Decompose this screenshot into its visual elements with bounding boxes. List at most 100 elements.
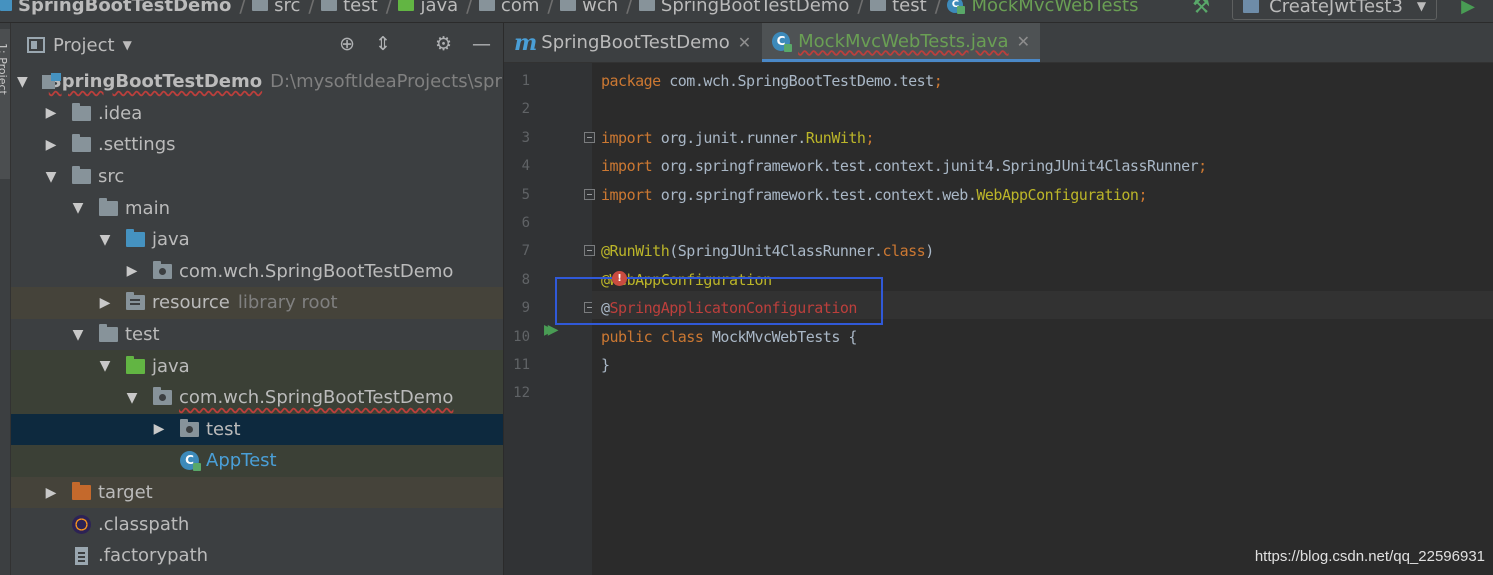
chevron-right-icon[interactable]: ▶ [44,485,58,501]
breadcrumb-label: test [343,0,378,16]
class-icon: C [180,451,201,472]
code-token: WebAppConfiguration [976,185,1139,204]
chevron-right-icon[interactable]: ▶ [125,263,139,279]
tree-node-main[interactable]: ▼ main [11,192,503,224]
tree-node-label: .idea [98,102,143,124]
chevron-down-icon[interactable]: ▼ [71,200,85,216]
tree-node-label: resource [152,292,230,314]
resource-folder-icon [126,292,145,311]
locate-crosshair-icon[interactable]: ⊕ [339,33,355,55]
chevron-right-icon[interactable]: ▶ [44,137,58,153]
chevron-right-icon: / [547,0,555,17]
collapse-all-icon[interactable]: ⇕ [375,33,391,55]
highlight-box [555,277,883,325]
package-icon [180,418,199,437]
breadcrumb-label: SpringBootTestDemo [660,0,850,16]
breadcrumb-label: com [500,0,540,16]
breadcrumb-item-test[interactable]: test / [321,0,398,17]
line-number: 5 [521,186,530,203]
folder-icon [72,102,91,121]
tree-node-test[interactable]: ▼ test [11,319,503,351]
tree-node-label: SpringBootTestDemo [48,71,263,93]
breadcrumb-item-com[interactable]: com / [478,0,560,17]
breadcrumb-label: java [420,0,459,16]
build-hammer-icon[interactable]: ⚒ [1192,0,1210,18]
tree-node-main-package[interactable]: ▶ com.wch.SpringBootTestDemo [11,256,503,288]
project-panel: Project ▼ ⊕ ⇕ ⚙ — ▼ SpringBootTestDemo D… [11,23,503,575]
chevron-right-icon[interactable]: ▶ [98,295,112,311]
code-token: ) [925,242,934,261]
tab-label: SpringBootTestDemo [541,32,730,53]
gear-icon[interactable]: ⚙ [435,33,452,55]
breadcrumb-item-java[interactable]: java / [398,0,478,17]
chevron-down-icon[interactable]: ▼ [71,327,85,343]
code-line: import org.junit.runner.RunWith; [601,124,874,152]
code-token: RunWith [805,128,866,147]
fold-icon[interactable] [584,188,595,200]
tree-node-test-subpackage[interactable]: ▶ test [11,413,503,446]
line-number: 4 [521,158,530,175]
chevron-right-icon[interactable]: ▶ [152,421,166,437]
chevron-down-icon[interactable]: ▼ [123,38,132,52]
close-icon[interactable]: ✕ [738,33,751,52]
chevron-down-icon[interactable]: ▼ [17,74,28,90]
code-token: ; [1138,185,1147,204]
package-icon [638,0,655,11]
breadcrumb-item-project[interactable]: SpringBootTestDemo / [0,0,252,17]
run-configuration-label: CreateJwtTest3 [1269,0,1403,17]
tree-node-settings[interactable]: ▶ .settings [11,129,503,161]
tab-springboottestdemo[interactable]: m SpringBootTestDemo ✕ [504,23,760,62]
tree-node-src[interactable]: ▼ src [11,161,503,193]
chevron-right-icon[interactable]: ▶ [44,105,58,121]
excluded-folder-icon [72,482,91,501]
package-icon [478,0,495,11]
package-icon [153,387,172,406]
breadcrumb-label: wch [582,0,619,16]
chevron-down-icon[interactable]: ▼ [44,169,58,185]
run-configuration-select[interactable]: CreateJwtTest3 ▼ [1232,0,1438,20]
tree-node-idea[interactable]: ▶ .idea [11,98,503,130]
tree-node-project-root[interactable]: ▼ SpringBootTestDemo D:\mysoftIdeaProjec… [11,66,503,98]
tree-node-target[interactable]: ▶ target [11,476,503,509]
line-number: 11 [513,357,530,373]
tree-node-resource[interactable]: ▶ resource library root [11,287,503,319]
breadcrumb-item-src[interactable]: src / [252,0,321,17]
tree-node-classpath[interactable]: .classpath [11,508,503,540]
hide-minimize-icon[interactable]: — [472,33,491,55]
chevron-down-icon[interactable]: ▼ [125,390,139,406]
folder-icon [99,197,118,216]
fold-icon[interactable] [584,131,595,143]
chevron-down-icon: ▼ [1416,0,1427,13]
breadcrumb-label: MockMvcWebTests [971,0,1139,16]
code-token: ; [865,128,874,147]
tree-node-test-package[interactable]: ▼ com.wch.SpringBootTestDemo [11,381,503,414]
tree-node-test-java[interactable]: ▼ java [11,350,503,382]
fold-icon[interactable] [584,245,595,257]
code-line: import org.springframework.test.context.… [601,152,1207,180]
line-number: 9 [521,300,530,317]
breadcrumb-item-test-package[interactable]: test / [870,0,947,17]
code-line: @RunWith(SpringJUnit4ClassRunner.class) [601,237,934,265]
tree-node-label: test [125,324,160,346]
chevron-down-icon[interactable]: ▼ [98,358,112,374]
tab-mockmvcwebtests[interactable]: C MockMvcWebTests.java ✕ [762,23,1040,62]
chevron-down-icon[interactable]: ▼ [98,232,112,248]
code-token: ; [933,72,943,90]
project-view-title[interactable]: Project [53,35,115,56]
package-icon [560,0,577,11]
tree-node-label: .factorypath [98,545,209,567]
code-line: import org.springframework.test.context.… [601,181,1147,209]
close-icon[interactable]: ✕ [1017,32,1030,51]
code-token: package [601,72,670,90]
folder-icon [72,166,91,185]
breadcrumb-item-wch[interactable]: wch / [560,0,639,17]
tree-node-factorypath[interactable]: .factorypath [11,540,503,572]
error-bulb-icon[interactable]: ! [612,271,627,286]
breadcrumb-item-class[interactable]: C MockMvcWebTests [947,0,1138,16]
tree-node-main-java[interactable]: ▼ java [11,224,503,256]
tree-node-apptest[interactable]: C AppTest [11,445,503,477]
library-root-hint: library root [237,292,338,314]
run-play-icon[interactable]: ▶ [1461,0,1475,17]
breadcrumb-item-package[interactable]: SpringBootTestDemo / [638,0,870,17]
run-test-gutter-icon[interactable]: ▶▶ [544,322,558,338]
